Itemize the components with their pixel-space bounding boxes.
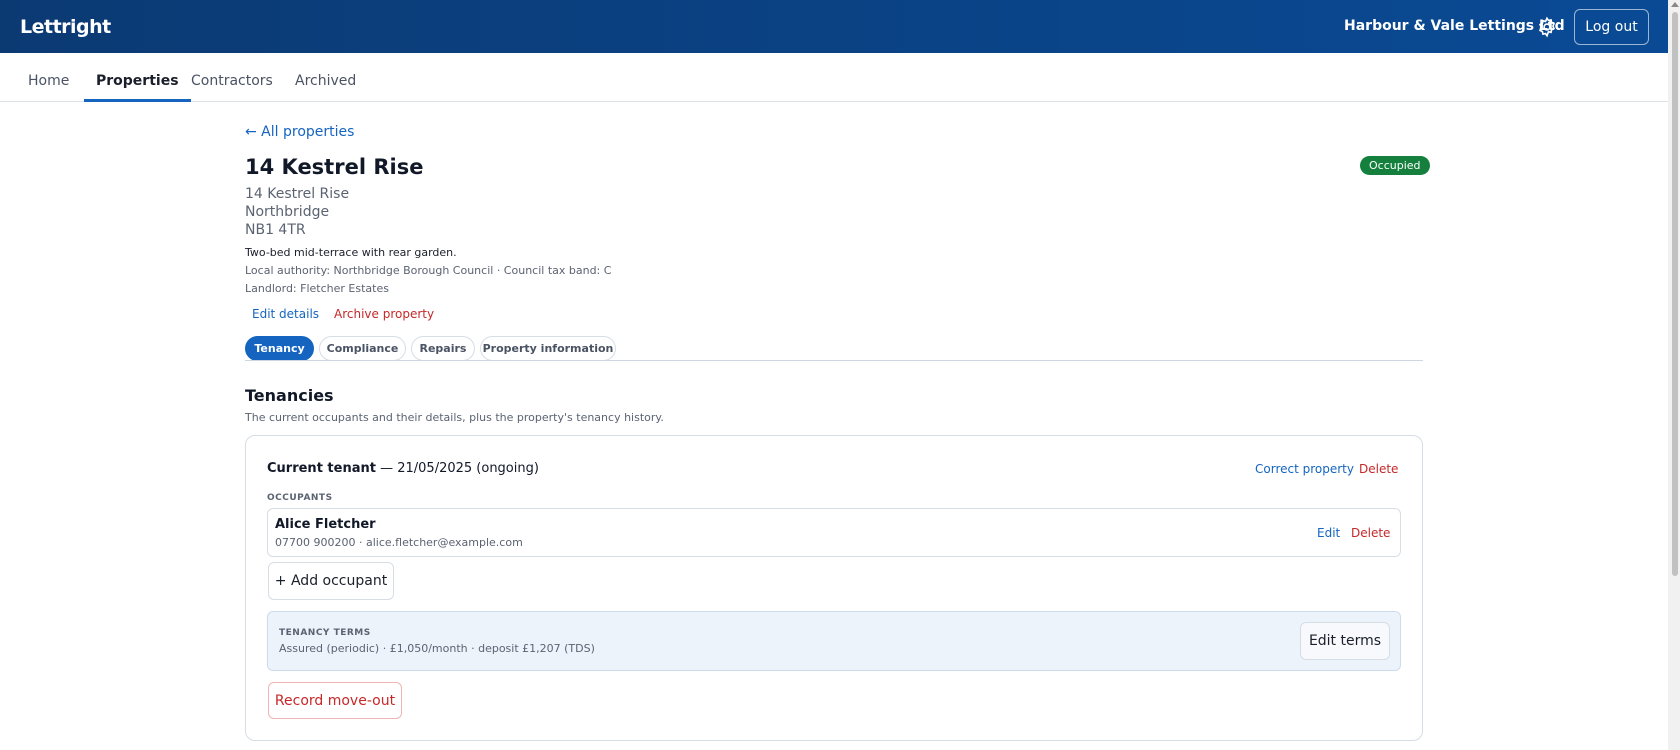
brand-logo[interactable]: Lettright — [20, 16, 111, 38]
scroll-up-arrow-icon[interactable] — [1671, 2, 1679, 7]
property-description: Two-bed mid-terrace with rear garden. — [245, 246, 457, 259]
section-title: Tenancies — [245, 386, 334, 405]
page-title: 14 Kestrel Rise — [245, 155, 424, 179]
current-tenant-heading: Current tenant — 21/05/2025 (ongoing) — [267, 461, 539, 476]
delete-tenancy-button[interactable]: Delete — [1359, 462, 1398, 476]
archive-property-button[interactable]: Archive property — [334, 307, 434, 321]
correct-property-button[interactable]: Correct property — [1255, 462, 1354, 476]
occupant-name: Alice Fletcher — [275, 517, 376, 532]
local-authority: Local authority: Northbridge Borough Cou… — [245, 264, 612, 277]
delete-occupant-button[interactable]: Delete — [1351, 526, 1390, 540]
edit-details-button[interactable]: Edit details — [252, 307, 319, 321]
address-line-2: Northbridge — [245, 204, 330, 220]
occupants-heading: OCCUPANTS — [267, 493, 333, 503]
tab-compliance[interactable]: Compliance — [319, 336, 406, 361]
tab-tenancy[interactable]: Tenancy — [245, 336, 314, 361]
current-tenancy-card — [245, 435, 1423, 741]
nav-home[interactable]: Home — [28, 53, 69, 102]
nav-contractors[interactable]: Contractors — [191, 53, 273, 102]
tab-divider — [245, 360, 1423, 361]
list-item — [267, 508, 1401, 557]
tenancy-dates: — 21/05/2025 (ongoing) — [375, 461, 539, 476]
status-badge: Occupied — [1360, 156, 1430, 175]
address-postcode: NB1 4TR — [245, 222, 306, 238]
record-move-out-button[interactable]: Record move-out — [268, 682, 402, 719]
tab-repairs[interactable]: Repairs — [411, 336, 475, 361]
nav-properties[interactable]: Properties — [84, 53, 191, 102]
tenancy-terms-heading: TENANCY TERMS — [279, 628, 371, 638]
app-header: Lettright Harbour & Vale Lettings Ltd Lo… — [0, 0, 1668, 53]
current-tenant-label: Current tenant — [267, 461, 376, 476]
edit-terms-button[interactable]: Edit terms — [1300, 622, 1390, 660]
section-subtitle: The current occupants and their details,… — [245, 411, 664, 424]
back-to-properties-link[interactable]: ← All properties — [245, 124, 354, 140]
tenancy-terms-value: Assured (periodic) · £1,050/month · depo… — [279, 642, 595, 655]
address-line-1: 14 Kestrel Rise — [245, 186, 350, 202]
occupant-contact: 07700 900200 · alice.fletcher@example.co… — [275, 536, 523, 549]
organisation-name: Harbour & Vale Lettings Ltd — [1344, 18, 1565, 34]
gear-icon[interactable] — [1536, 16, 1558, 38]
main-nav: Home Properties Contractors Archived — [0, 53, 1668, 102]
logout-button[interactable]: Log out — [1574, 9, 1649, 45]
edit-occupant-button[interactable]: Edit — [1317, 526, 1340, 540]
landlord: Landlord: Fletcher Estates — [245, 282, 389, 295]
tab-property-information[interactable]: Property information — [480, 336, 616, 361]
nav-archived[interactable]: Archived — [295, 53, 356, 102]
tenancy-terms-panel — [267, 611, 1401, 671]
scrollbar-thumb[interactable] — [1672, 12, 1678, 576]
add-occupant-button[interactable]: + Add occupant — [268, 562, 394, 600]
